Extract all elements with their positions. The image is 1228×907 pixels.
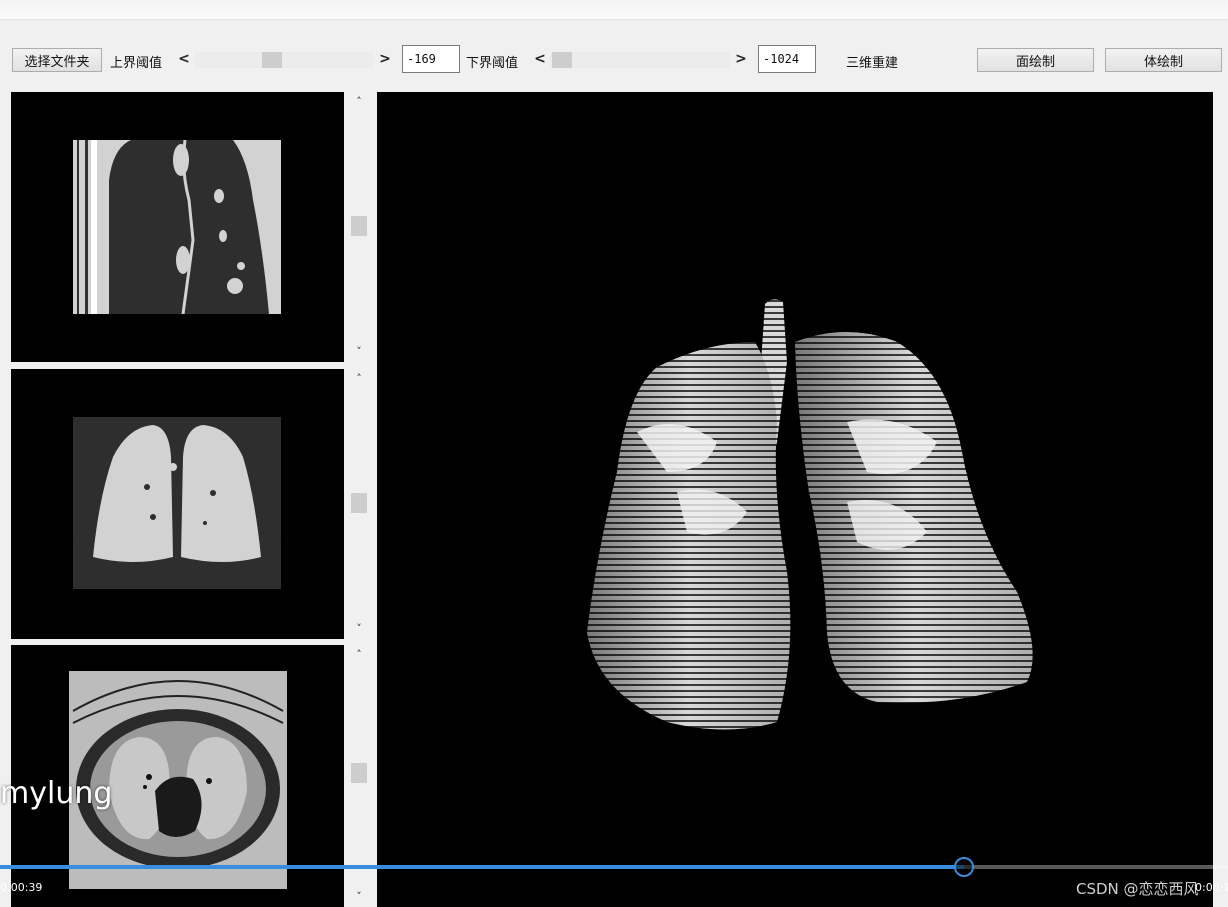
video-progress-knob[interactable] xyxy=(954,857,974,877)
lower-threshold-decrease[interactable]: < xyxy=(534,51,546,67)
reconstruction-label: 三维重建 xyxy=(846,56,899,71)
lower-threshold-input[interactable]: -1024 xyxy=(758,45,816,73)
title-strip xyxy=(0,0,1228,20)
video-progress-fill xyxy=(0,865,964,869)
upper-threshold-input[interactable]: -169 xyxy=(402,45,460,73)
sagittal-scroll-down[interactable]: ˅ xyxy=(349,344,369,360)
sagittal-view[interactable] xyxy=(11,92,344,362)
sagittal-slice-image xyxy=(73,140,281,314)
video-progress-bar[interactable] xyxy=(0,857,1228,877)
volume-render-button[interactable]: 体绘制 xyxy=(1105,48,1222,72)
sagittal-scroll-thumb[interactable] xyxy=(351,216,367,236)
sagittal-scroll-up[interactable]: ˄ xyxy=(349,94,369,110)
axial-scroll-up[interactable]: ˄ xyxy=(349,647,369,663)
lower-threshold-thumb[interactable] xyxy=(552,52,572,68)
lower-threshold-slider[interactable] xyxy=(550,52,730,68)
coronal-scrollbar[interactable]: ˄ ˅ xyxy=(349,369,369,639)
coronal-scroll-down[interactable]: ˅ xyxy=(349,621,369,637)
select-folder-button[interactable]: 选择文件夹 xyxy=(12,48,102,72)
video-title: mylung xyxy=(0,776,113,811)
render-3d-viewport[interactable] xyxy=(377,92,1213,907)
surface-render-button[interactable]: 面绘制 xyxy=(977,48,1094,72)
upper-threshold-label: 上界阈值 xyxy=(110,56,163,71)
coronal-scroll-up[interactable]: ˄ xyxy=(349,371,369,387)
coronal-scroll-thumb[interactable] xyxy=(351,493,367,513)
csdn-watermark: CSDN @恋恋西风 xyxy=(1076,880,1199,898)
sagittal-scrollbar[interactable]: ˄ ˅ xyxy=(349,92,369,362)
upper-threshold-decrease[interactable]: < xyxy=(178,51,190,67)
upper-threshold-thumb[interactable] xyxy=(262,52,282,68)
axial-scroll-thumb[interactable] xyxy=(351,763,367,783)
time-elapsed: 0:00:39 xyxy=(0,881,43,894)
lower-threshold-increase[interactable]: > xyxy=(735,51,747,67)
lower-threshold-label: 下界阈值 xyxy=(466,56,519,71)
lung-3d-model xyxy=(587,299,1033,730)
upper-threshold-slider[interactable] xyxy=(194,52,374,68)
coronal-view[interactable] xyxy=(11,369,344,639)
upper-threshold-increase[interactable]: > xyxy=(379,51,391,67)
toolbar: 选择文件夹 上界阈值 < > -169 下界阈值 < > -1024 三维重建 … xyxy=(0,24,1228,73)
time-total: 0:00:1 xyxy=(1195,881,1228,894)
coronal-slice-image xyxy=(73,417,281,589)
axial-scroll-down[interactable]: ˅ xyxy=(349,889,369,905)
